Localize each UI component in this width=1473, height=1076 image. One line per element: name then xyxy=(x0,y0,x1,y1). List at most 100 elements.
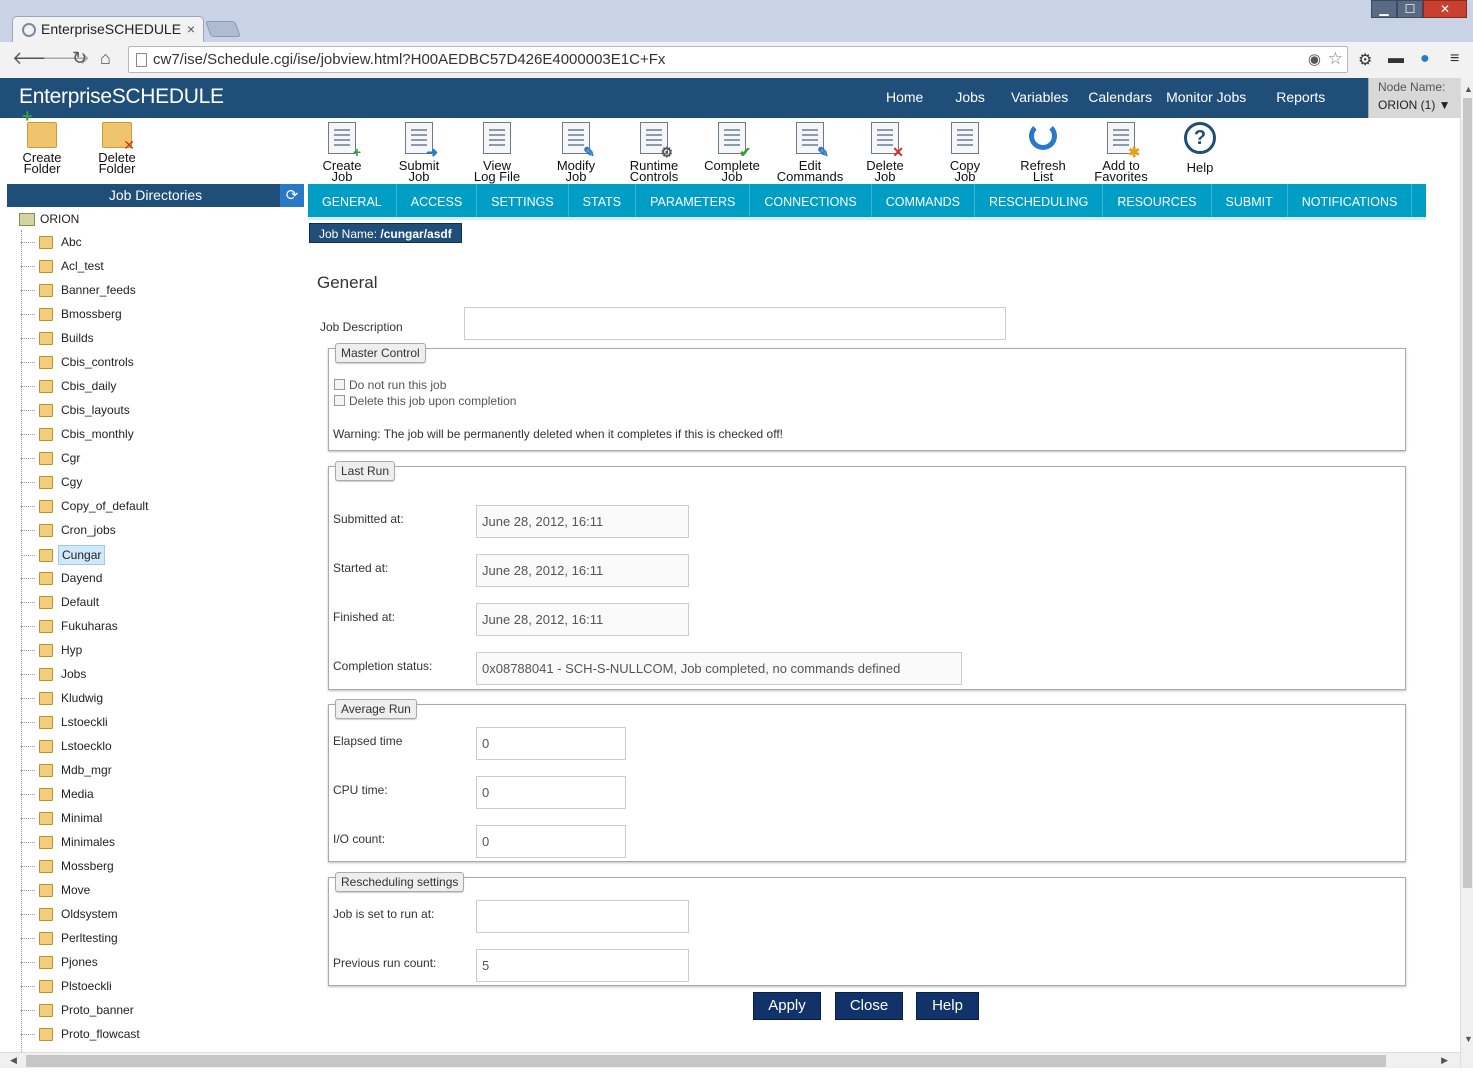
address-bar[interactable]: cw7/ise/Schedule.cgi/ise/jobview.html?H0… xyxy=(128,46,1348,73)
help-button[interactable]: ? Help xyxy=(1170,122,1230,174)
tree-folder-item[interactable]: Cron_jobs xyxy=(21,521,119,541)
tree-folder-item[interactable]: Cbis_layouts xyxy=(21,401,133,421)
new-tab-button[interactable] xyxy=(205,21,241,37)
scroll-right-icon[interactable]: ▶ xyxy=(1441,1055,1448,1066)
do-not-run-row[interactable]: Do not run this job xyxy=(334,378,446,392)
home-icon[interactable]: ⌂ xyxy=(100,48,111,69)
tree-folder-item[interactable]: Jobs xyxy=(21,665,89,685)
settings-gear-icon[interactable]: ⚙ xyxy=(1358,50,1372,70)
tree-folder-item[interactable]: Cgy xyxy=(21,473,85,493)
copy-job-button[interactable]: Copy Job xyxy=(935,122,995,183)
view-log-file-button[interactable]: View Log File xyxy=(467,122,527,183)
run-at-field[interactable] xyxy=(476,900,689,933)
tree-folder-item[interactable]: Hyp xyxy=(21,641,85,661)
create-job-button[interactable]: + Create Job xyxy=(312,122,372,183)
close-button[interactable]: Close xyxy=(835,992,903,1020)
tree-folder-item[interactable]: Oldsystem xyxy=(21,905,121,925)
tree-folder-item[interactable]: Dayend xyxy=(21,569,105,589)
tree-folder-item[interactable]: Copy_of_default xyxy=(21,497,151,517)
browser-tab[interactable]: EnterpriseSCHEDULE × xyxy=(12,16,204,43)
tree-folder-item[interactable]: Cbis_monthly xyxy=(21,425,137,445)
tree-folder-item[interactable]: Kludwig xyxy=(21,689,106,709)
globe-extension-icon[interactable]: ● xyxy=(1420,50,1430,68)
tab-commands[interactable]: COMMANDS xyxy=(872,184,975,217)
tab-rescheduling[interactable]: RESCHEDULING xyxy=(975,184,1104,217)
tree-folder-item[interactable]: Cbis_daily xyxy=(21,377,119,397)
tree-folder-item[interactable]: Default xyxy=(21,593,102,613)
tab-resources[interactable]: RESOURCES xyxy=(1103,184,1212,217)
lightbulb-icon[interactable]: ◉ xyxy=(1308,50,1321,68)
tab-notifications[interactable]: NOTIFICATIONS xyxy=(1288,184,1413,217)
nav-jobs[interactable]: Jobs xyxy=(955,89,985,105)
nav-variables[interactable]: Variables xyxy=(1011,89,1068,105)
nav-reports[interactable]: Reports xyxy=(1276,89,1325,105)
modify-job-button[interactable]: ✎ Modify Job xyxy=(546,122,606,183)
elapsed-time-field[interactable]: 0 xyxy=(476,727,626,760)
nav-home[interactable]: Home xyxy=(886,89,923,105)
refresh-list-button[interactable]: Refresh List xyxy=(1013,122,1073,183)
tree-folder-item[interactable]: Pjones xyxy=(21,953,101,973)
previous-run-count-field[interactable]: 5 xyxy=(476,949,689,982)
edit-commands-button[interactable]: ✎ Edit Commands xyxy=(774,122,846,183)
tree-folder-item[interactable]: Bmossberg xyxy=(21,305,125,325)
reload-icon[interactable]: ↻ xyxy=(72,48,87,69)
tree-folder-item[interactable]: Mdb_mgr xyxy=(21,761,115,781)
tree-folder-item[interactable]: Perltesting xyxy=(21,929,121,949)
tree-folder-item[interactable]: Proto_banner xyxy=(21,1001,137,1021)
submitted-at-field[interactable]: June 28, 2012, 16:11 xyxy=(476,505,689,538)
do-not-run-checkbox[interactable] xyxy=(334,379,345,390)
tree-root[interactable]: ORION xyxy=(19,212,79,230)
tree-folder-item[interactable]: Cgr xyxy=(21,449,83,469)
cpu-time-field[interactable]: 0 xyxy=(476,776,626,809)
tab-submit[interactable]: SUBMIT xyxy=(1212,184,1288,217)
delete-on-completion-checkbox[interactable] xyxy=(334,395,345,406)
app-brand[interactable]: EnterpriseSCHEDULE xyxy=(19,85,224,109)
tree-folder-item[interactable]: Minimales xyxy=(21,833,118,853)
horizontal-scroll-thumb[interactable] xyxy=(26,1055,1386,1067)
vertical-scroll-thumb[interactable] xyxy=(1463,98,1472,888)
tree-folder-item[interactable]: Cbis_controls xyxy=(21,353,137,373)
tree-folder-item[interactable]: Lstoecklo xyxy=(21,737,115,757)
scroll-up-icon[interactable]: ▲ xyxy=(1464,84,1473,94)
refresh-directories-icon[interactable]: ⟳ xyxy=(280,184,304,207)
maximize-button[interactable]: ☐ xyxy=(1397,0,1423,18)
tree-folder-item[interactable]: Banner_feeds xyxy=(21,281,139,301)
tab-general[interactable]: GENERAL xyxy=(308,184,397,217)
bookmark-star-icon[interactable]: ☆ xyxy=(1328,49,1343,69)
tree-folder-item[interactable]: Acl_test xyxy=(21,257,107,277)
complete-job-button[interactable]: ✔ Complete Job xyxy=(701,122,763,183)
tree-folder-item[interactable]: Fukuharas xyxy=(21,617,121,637)
tree-folder-item[interactable]: Abc xyxy=(21,233,85,253)
delete-folder-button[interactable]: Delete Folder xyxy=(87,122,147,175)
tab-parameters[interactable]: PARAMETERS xyxy=(636,184,751,217)
nav-calendars[interactable]: Calendars xyxy=(1088,89,1152,105)
finished-at-field[interactable]: June 28, 2012, 16:11 xyxy=(476,603,689,636)
help-button[interactable]: Help xyxy=(916,992,979,1020)
minimize-button[interactable]: ▁ xyxy=(1371,0,1397,18)
mask-extension-icon[interactable]: ▬ xyxy=(1388,50,1404,68)
tab-close-icon[interactable]: × xyxy=(187,21,195,37)
vertical-scrollbar[interactable]: ▲ ▼ xyxy=(1460,78,1473,1068)
tab-connections[interactable]: CONNECTIONS xyxy=(750,184,872,217)
horizontal-scrollbar[interactable]: ◀ ▶ xyxy=(0,1052,1460,1068)
add-to-favorites-button[interactable]: ✱ Add to Favorites xyxy=(1090,122,1152,183)
completion-status-field[interactable]: 0x08788041 - SCH-S-NULLCOM, Job complete… xyxy=(476,652,962,685)
node-selector[interactable]: Node Name: ORION (1) ▼ xyxy=(1368,78,1460,118)
started-at-field[interactable]: June 28, 2012, 16:11 xyxy=(476,554,689,587)
tab-settings[interactable]: SETTINGS xyxy=(477,184,569,217)
tab-access[interactable]: ACCESS xyxy=(397,184,478,217)
tab-notes[interactable]: NOTES xyxy=(1412,184,1426,217)
tree-folder-item[interactable]: Proto_flowcast xyxy=(21,1025,143,1045)
nav-monitor-jobs[interactable]: Monitor Jobs xyxy=(1166,89,1246,105)
tree-folder-item[interactable]: Minimal xyxy=(21,809,105,829)
submit-job-button[interactable]: ➜ Submit Job xyxy=(389,122,449,183)
create-folder-button[interactable]: Create Folder xyxy=(12,111,72,175)
tree-folder-item[interactable]: Builds xyxy=(21,329,97,349)
apply-button[interactable]: Apply xyxy=(753,992,821,1020)
io-count-field[interactable]: 0 xyxy=(476,825,626,858)
tree-folder-item[interactable]: Plstoeckli xyxy=(21,977,115,997)
job-description-input[interactable] xyxy=(464,307,1006,340)
tree-folder-item[interactable]: Lstoeckli xyxy=(21,713,111,733)
tree-folder-item[interactable]: Media xyxy=(21,785,97,805)
delete-on-completion-row[interactable]: Delete this job upon completion xyxy=(334,394,516,408)
